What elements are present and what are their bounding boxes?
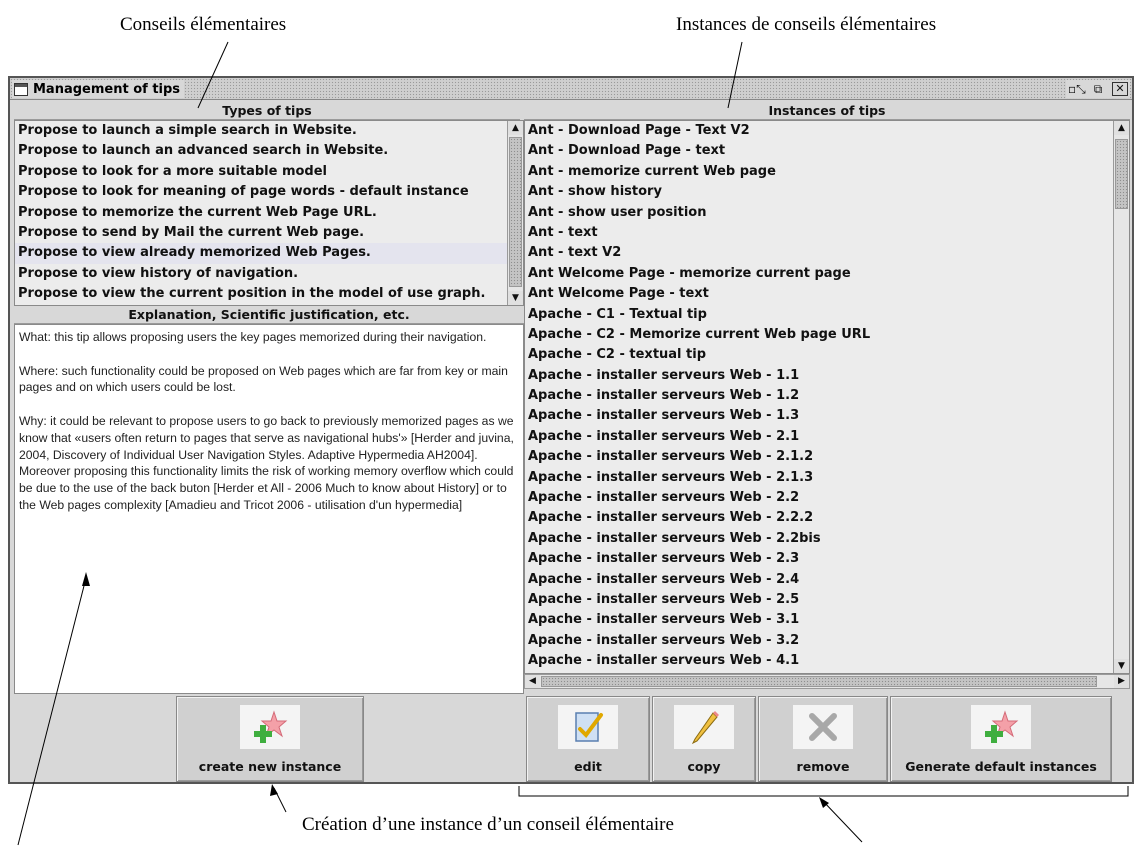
instances-horizontal-scrollbar[interactable]: ◀ ▶ <box>524 674 1130 689</box>
instances-list-item[interactable]: Apache - installer serveurs Web - 1.2 <box>525 386 1129 406</box>
instances-list-item[interactable]: Apache - installer serveurs Web - 2.1.2 <box>525 447 1129 467</box>
instances-list-item[interactable]: Ant Welcome Page - memorize current page <box>525 264 1129 284</box>
copy-button-label: copy <box>687 759 721 774</box>
explanation-text[interactable]: What: this tip allows proposing users th… <box>14 324 524 694</box>
types-list[interactable]: Propose to launch a simple search in Web… <box>14 120 524 306</box>
instances-list-item[interactable]: Apache - C2 - Memorize current Web page … <box>525 325 1129 345</box>
scroll-left-icon[interactable]: ◀ <box>525 675 540 688</box>
edit-button[interactable]: edit <box>526 696 650 782</box>
remove-button-label: remove <box>796 759 850 774</box>
instances-list-item[interactable]: Apache - installer serveurs Web - 2.2bis <box>525 529 1129 549</box>
instances-list-item[interactable]: Apache - C1 - Textual tip <box>525 305 1129 325</box>
types-list-item[interactable]: Propose to look for meaning of page word… <box>15 182 523 202</box>
remove-button[interactable]: remove <box>758 696 888 782</box>
types-scrollbar[interactable]: ▲ ▼ <box>507 121 523 305</box>
types-header: Types of tips <box>14 102 520 120</box>
copy-button[interactable]: copy <box>652 696 756 782</box>
instances-list-item[interactable]: Ant - text V2 <box>525 243 1129 263</box>
window-title: Management of tips <box>33 81 181 97</box>
add-star-icon <box>971 705 1031 749</box>
instances-list-item[interactable]: Apache - installer serveurs Web - 3.1 <box>525 610 1129 630</box>
instances-list-item[interactable]: Apache - installer serveurs Web - 1.3 <box>525 406 1129 426</box>
instances-list-item[interactable]: Ant Welcome Page - text <box>525 284 1129 304</box>
instances-list-item[interactable]: Ant - show user position <box>525 203 1129 223</box>
instances-list-item[interactable]: Apache - installer serveurs Web - 2.2.2 <box>525 508 1129 528</box>
pencil-icon <box>674 705 734 749</box>
instances-list-item[interactable]: Ant - memorize current Web page <box>525 162 1129 182</box>
instances-list-item[interactable]: Apache - C2 - textual tip <box>525 345 1129 365</box>
scroll-down-icon[interactable]: ▼ <box>1114 659 1129 673</box>
edit-document-icon <box>558 705 618 749</box>
scroll-up-icon[interactable]: ▲ <box>508 121 523 135</box>
types-scroll-thumb[interactable] <box>509 137 522 287</box>
instances-list-item[interactable]: Apache - installer serveurs Web - 2.2 <box>525 488 1129 508</box>
instances-list-item[interactable]: Ant - show history <box>525 182 1129 202</box>
scroll-up-icon[interactable]: ▲ <box>1114 121 1129 135</box>
instances-list-item[interactable]: Apache - installer serveurs Web - 2.3 <box>525 549 1129 569</box>
close-icon[interactable]: ✕ <box>1112 82 1128 96</box>
maximize-icon[interactable]: ⧉ <box>1090 82 1106 96</box>
management-window: Management of tips ▫⤡ ⧉ ✕ Types of tips … <box>8 76 1134 784</box>
instances-list-item[interactable]: Ant - Download Page - Text V2 <box>525 121 1129 141</box>
remove-x-icon <box>793 705 853 749</box>
types-items: Propose to launch a simple search in Web… <box>15 121 523 305</box>
scroll-down-icon[interactable]: ▼ <box>508 291 523 305</box>
title-bar[interactable]: Management of tips ▫⤡ ⧉ ✕ <box>10 78 1132 100</box>
instances-list[interactable]: Ant - Download Page - Text V2 Ant - Downl… <box>524 120 1130 674</box>
add-star-icon <box>240 705 300 749</box>
types-list-item[interactable]: Propose to memorize the current Web Page… <box>15 203 523 223</box>
instances-list-item[interactable]: Ant - text <box>525 223 1129 243</box>
types-list-item[interactable]: Propose to view already memorized Web Pa… <box>15 243 523 264</box>
annotation-types-caption: Conseils élémentaires <box>120 14 287 35</box>
instances-scrollbar[interactable]: ▲ ▼ <box>1113 121 1129 673</box>
window-icon <box>14 82 28 96</box>
minimize-icon[interactable]: ▫⤡ <box>1068 82 1086 96</box>
types-list-item[interactable]: Propose to launch a simple search in Web… <box>15 121 523 141</box>
explanation-header: Explanation, Scientific justification, e… <box>14 306 524 324</box>
types-list-item[interactable]: Propose to view history of navigation. <box>15 264 523 284</box>
types-list-item[interactable]: Propose to launch an advanced search in … <box>15 141 523 161</box>
instances-list-item[interactable]: Apache - installer serveurs Web - 1.1 <box>525 366 1129 386</box>
instances-list-item[interactable]: Apache - installer serveurs Web - 2.4 <box>525 570 1129 590</box>
instances-list-item[interactable]: Apache - installer serveurs Web - 2.1.3 <box>525 468 1129 488</box>
create-new-instance-button[interactable]: create new instance <box>176 696 364 782</box>
instances-header: Instances of tips <box>524 102 1130 120</box>
instances-list-item[interactable]: Apache - installer serveurs Web - 2.1 <box>525 427 1129 447</box>
instances-scroll-thumb[interactable] <box>1115 139 1128 209</box>
instances-hscroll-thumb[interactable] <box>541 676 1097 687</box>
annotation-create-caption: Création d’une instance d’un conseil élé… <box>302 814 674 835</box>
instances-items: Ant - Download Page - Text V2 Ant - Downl… <box>525 121 1129 672</box>
scroll-right-icon[interactable]: ▶ <box>1114 675 1129 688</box>
annotation-instances-caption: Instances de conseils élémentaires <box>676 14 937 35</box>
edit-button-label: edit <box>574 759 602 774</box>
create-button-label: create new instance <box>198 759 342 774</box>
instances-list-item[interactable]: Ant - Download Page - text <box>525 141 1129 161</box>
instances-list-item[interactable]: Apache - installer serveurs Web - 4.1 <box>525 651 1129 671</box>
instances-list-item[interactable]: Apache - installer serveurs Web - 3.2 <box>525 631 1129 651</box>
types-list-item[interactable]: Propose to look for a more suitable mode… <box>15 162 523 182</box>
types-list-item[interactable]: Propose to view the current position in … <box>15 284 523 304</box>
types-list-item[interactable]: Propose to send by Mail the current Web … <box>15 223 523 243</box>
generate-default-instances-button[interactable]: Generate default instances <box>890 696 1112 782</box>
instances-list-item[interactable]: Apache - installer serveurs Web - 2.5 <box>525 590 1129 610</box>
generate-button-label: Generate default instances <box>905 759 1097 774</box>
